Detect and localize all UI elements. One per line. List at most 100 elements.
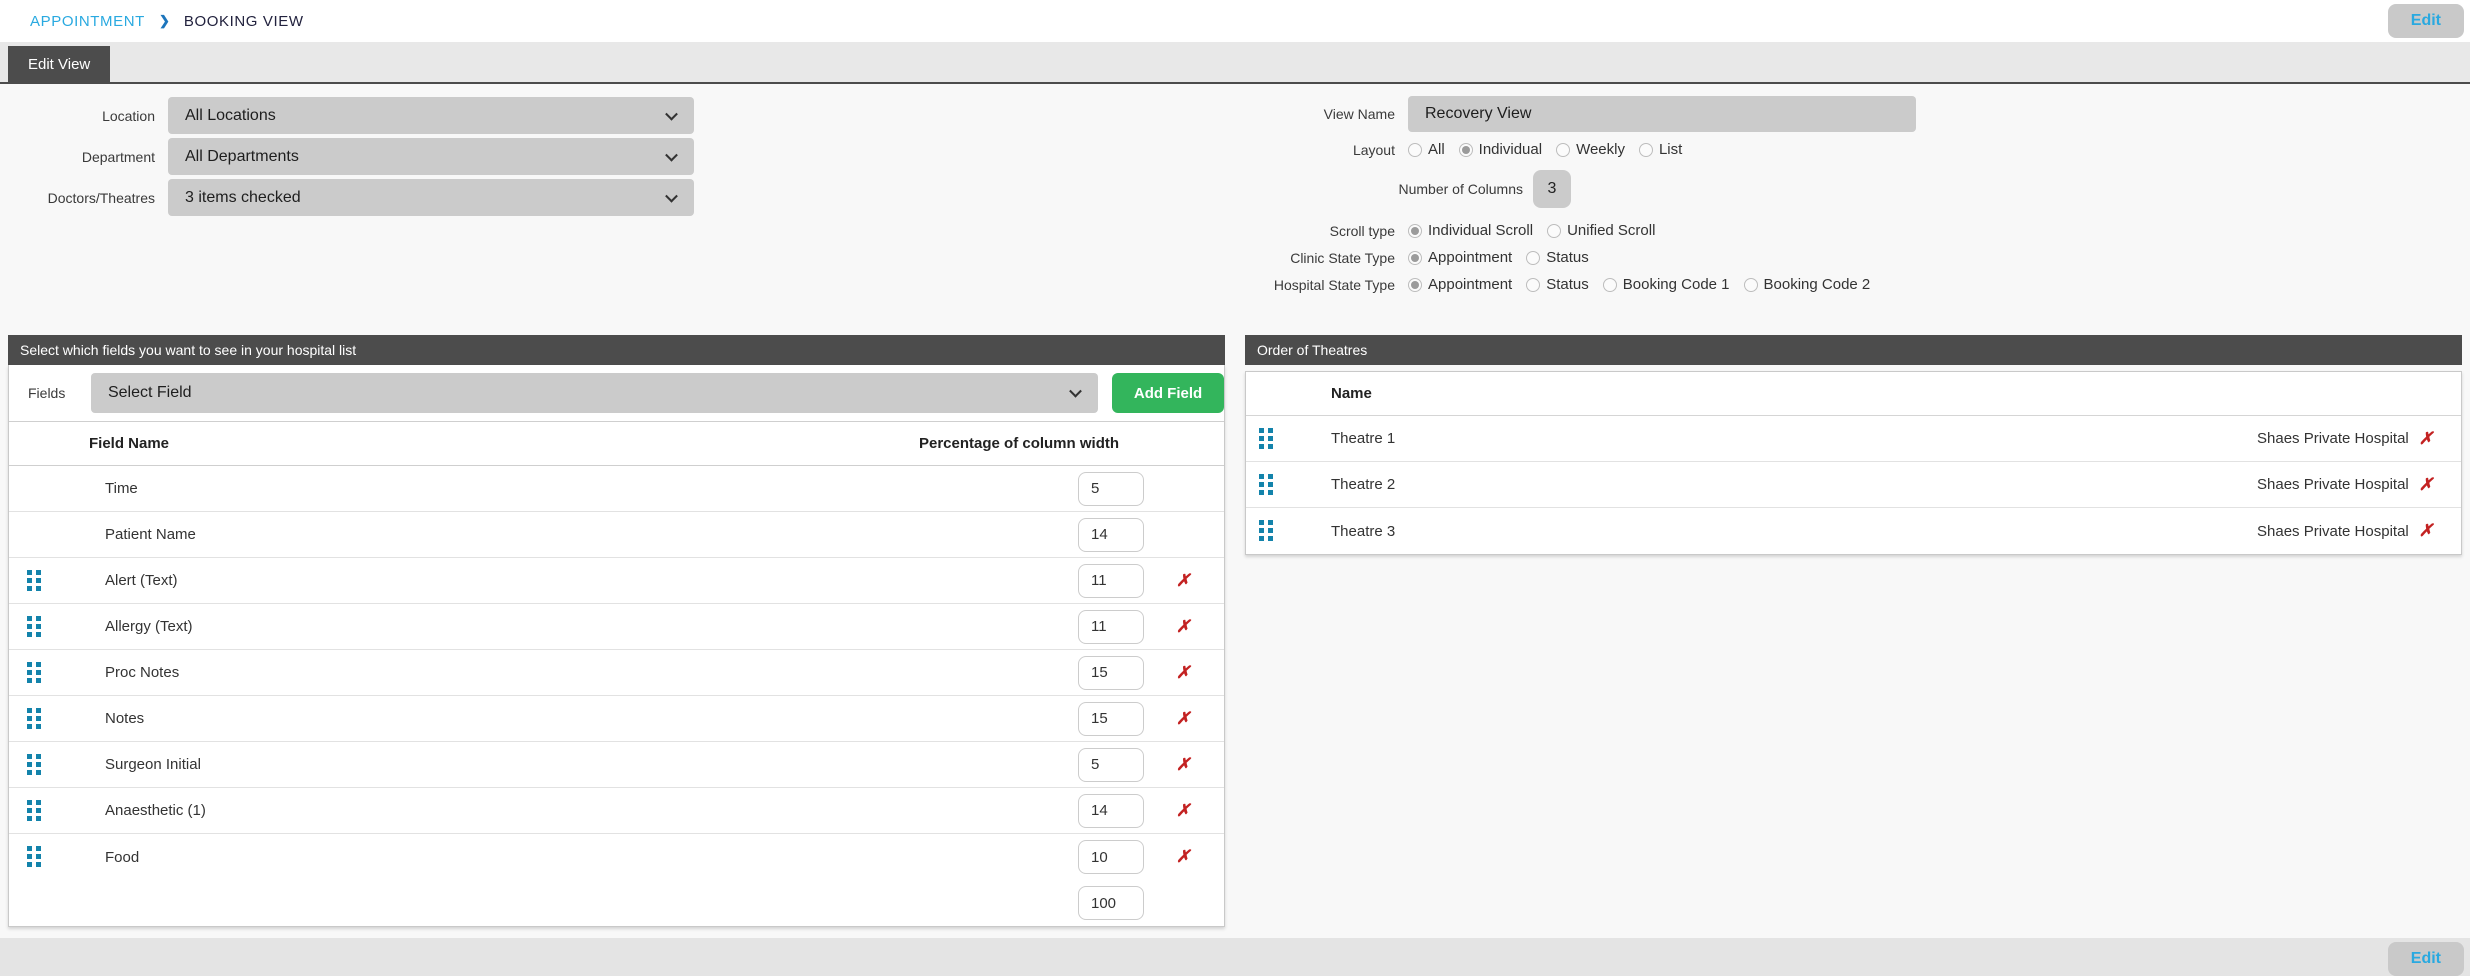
percentage-input[interactable] — [1078, 472, 1144, 506]
drag-handle-icon[interactable] — [1259, 428, 1293, 450]
field-select[interactable]: Select Field — [91, 373, 1098, 413]
hospital-state-type-radio-option[interactable]: Booking Code 2 — [1744, 276, 1871, 293]
fields-panel-header: Select which fields you want to see in y… — [8, 335, 1225, 365]
breadcrumb-chevron-icon: ❯ — [159, 13, 170, 29]
layout-radio-option[interactable]: List — [1639, 141, 1682, 158]
hospital-state-type-radio-option[interactable]: Appointment — [1408, 276, 1512, 293]
percentage-input[interactable] — [1078, 518, 1144, 552]
layout-radio-option[interactable]: Weekly — [1556, 141, 1625, 158]
drag-handle-icon[interactable] — [27, 708, 61, 730]
drag-handle-icon[interactable] — [1259, 520, 1293, 542]
drag-handle-icon[interactable] — [1259, 474, 1293, 496]
doctors-theatres-select[interactable]: 3 items checked — [168, 179, 694, 216]
edit-button-top[interactable]: Edit — [2388, 4, 2464, 38]
theatre-row: Theatre 1 Shaes Private Hospital ✗ — [1246, 416, 2461, 462]
delete-field-icon[interactable]: ✗ — [1176, 755, 1190, 774]
clinic-state-type-radio-group: Appointment Status — [1408, 249, 1603, 266]
total-row — [9, 880, 1224, 926]
field-name: Food — [61, 849, 1078, 866]
tab-edit-view[interactable]: Edit View — [8, 46, 110, 82]
theatre-name: Theatre 3 — [1293, 523, 2257, 540]
radio-icon[interactable] — [1639, 143, 1653, 157]
percentage-input[interactable] — [1078, 840, 1144, 874]
drag-handle-icon[interactable] — [27, 846, 61, 868]
fields-table-header: Field Name Percentage of column width — [9, 422, 1224, 466]
radio-icon[interactable] — [1408, 251, 1422, 265]
percentage-input[interactable] — [1078, 794, 1144, 828]
radio-icon[interactable] — [1526, 251, 1540, 265]
drag-handle-icon[interactable] — [27, 616, 61, 638]
scroll-type-radio-group: Individual Scroll Unified Scroll — [1408, 222, 1669, 239]
delete-field-icon[interactable]: ✗ — [1176, 847, 1190, 866]
field-row: Time ✗ — [9, 466, 1224, 512]
theatres-table-body: Theatre 1 Shaes Private Hospital ✗ Theat… — [1246, 416, 2461, 554]
location-select[interactable]: All Locations — [168, 97, 694, 134]
percentage-input[interactable] — [1078, 702, 1144, 736]
field-name: Surgeon Initial — [61, 756, 1078, 773]
fields-table-body: Time ✗ — [9, 466, 1224, 880]
doctors-theatres-select-value: 3 items checked — [185, 189, 301, 207]
department-select-value: All Departments — [185, 148, 299, 166]
field-row: Allergy (Text) ✗ — [9, 604, 1224, 650]
radio-icon[interactable] — [1459, 143, 1473, 157]
theatres-panel: Order of Theatres Name Theatre 1 Shaes P… — [1245, 335, 2462, 555]
hospital-state-type-radio-option[interactable]: Booking Code 1 — [1603, 276, 1730, 293]
number-of-columns-input[interactable]: 3 — [1533, 170, 1571, 208]
view-name-input[interactable] — [1408, 96, 1916, 132]
location-select-value: All Locations — [185, 107, 276, 125]
radio-icon[interactable] — [1547, 224, 1561, 238]
delete-field-icon[interactable]: ✗ — [1176, 801, 1190, 820]
clinic-state-type-radio-option[interactable]: Appointment — [1408, 249, 1512, 266]
field-name-column-header: Field Name — [9, 435, 864, 452]
drag-handle-icon[interactable] — [27, 800, 61, 822]
percentage-input[interactable] — [1078, 564, 1144, 598]
radio-icon[interactable] — [1744, 278, 1758, 292]
delete-theatre-icon[interactable]: ✗ — [2419, 521, 2433, 541]
scroll-type-radio-option[interactable]: Unified Scroll — [1547, 222, 1655, 239]
chevron-down-icon — [665, 107, 678, 120]
field-row: Proc Notes ✗ — [9, 650, 1224, 696]
field-row: Alert (Text) ✗ — [9, 558, 1224, 604]
delete-theatre-icon[interactable]: ✗ — [2419, 475, 2433, 495]
theatres-table: Name Theatre 1 Shaes Private Hospital ✗ — [1245, 371, 2462, 555]
panels-section: Select which fields you want to see in y… — [8, 335, 2462, 927]
layout-radio-option[interactable]: Individual — [1459, 141, 1542, 158]
total-percentage-input[interactable] — [1078, 886, 1144, 920]
clinic-state-type-radio-option[interactable]: Status — [1526, 249, 1589, 266]
content-area: Location All Locations Department All De… — [0, 84, 2470, 938]
percentage-input[interactable] — [1078, 656, 1144, 690]
field-name: Anaesthetic (1) — [61, 802, 1078, 819]
radio-icon[interactable] — [1526, 278, 1540, 292]
delete-field-icon[interactable]: ✗ — [1176, 571, 1190, 590]
scroll-type-radio-option[interactable]: Individual Scroll — [1408, 222, 1533, 239]
fields-label: Fields — [28, 385, 75, 401]
edit-button-bottom[interactable]: Edit — [2388, 942, 2464, 976]
radio-icon[interactable] — [1408, 278, 1422, 292]
drag-handle-icon[interactable] — [27, 754, 61, 776]
location-label: Location — [8, 108, 155, 124]
delete-field-icon[interactable]: ✗ — [1176, 617, 1190, 636]
add-field-button[interactable]: Add Field — [1112, 373, 1224, 413]
breadcrumb-parent-link[interactable]: APPOINTMENT — [30, 13, 145, 30]
layout-radio-option[interactable]: All — [1408, 141, 1445, 158]
field-name: Patient Name — [61, 526, 1078, 543]
radio-icon[interactable] — [1603, 278, 1617, 292]
fields-table: Field Name Percentage of column width Ti… — [9, 421, 1224, 926]
drag-handle-icon[interactable] — [27, 662, 61, 684]
footer-bar: Edit — [0, 938, 2470, 976]
hospital-state-type-radio-option[interactable]: Status — [1526, 276, 1589, 293]
percentage-input[interactable] — [1078, 610, 1144, 644]
field-name: Proc Notes — [61, 664, 1078, 681]
radio-icon[interactable] — [1556, 143, 1570, 157]
radio-icon[interactable] — [1408, 224, 1422, 238]
delete-field-icon[interactable]: ✗ — [1176, 663, 1190, 682]
percentage-input[interactable] — [1078, 748, 1144, 782]
field-row: Food ✗ — [9, 834, 1224, 880]
radio-icon[interactable] — [1408, 143, 1422, 157]
delete-field-icon[interactable]: ✗ — [1176, 709, 1190, 728]
delete-theatre-icon[interactable]: ✗ — [2419, 429, 2433, 449]
field-name: Allergy (Text) — [61, 618, 1078, 635]
department-select[interactable]: All Departments — [168, 138, 694, 175]
theatre-hospital: Shaes Private Hospital — [2257, 476, 2409, 493]
drag-handle-icon[interactable] — [27, 570, 61, 592]
